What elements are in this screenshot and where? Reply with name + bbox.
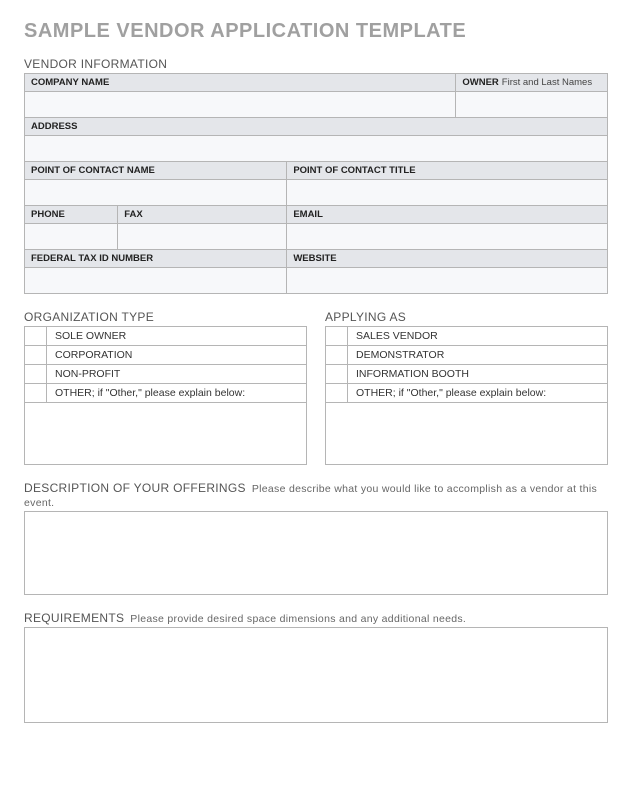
requirements-label: REQUIREMENTSPlease provide desired space…	[24, 611, 608, 625]
poc-name-header: POINT OF CONTACT NAME	[25, 162, 287, 180]
email-header: EMAIL	[287, 206, 608, 224]
applying-as-option-1: DEMONSTRATOR	[348, 346, 608, 365]
applying-as-check-3[interactable]	[326, 384, 348, 403]
owner-field[interactable]	[456, 92, 608, 118]
poc-title-header: POINT OF CONTACT TITLE	[287, 162, 608, 180]
org-type-check-1[interactable]	[25, 346, 47, 365]
applying-as-table: SALES VENDOR DEMONSTRATOR INFORMATION BO…	[325, 326, 608, 465]
org-type-table: SOLE OWNER CORPORATION NON-PROFIT OTHER;…	[24, 326, 307, 465]
description-field[interactable]	[24, 511, 608, 595]
owner-header: OWNERFirst and Last Names	[456, 74, 608, 92]
fax-header: FAX	[118, 206, 287, 224]
email-field[interactable]	[287, 224, 608, 250]
phone-field[interactable]	[25, 224, 118, 250]
applying-as-option-0: SALES VENDOR	[348, 327, 608, 346]
org-type-label: ORGANIZATION TYPE	[24, 310, 307, 324]
applying-as-check-1[interactable]	[326, 346, 348, 365]
org-type-check-0[interactable]	[25, 327, 47, 346]
org-type-option-3: OTHER; if "Other," please explain below:	[47, 384, 307, 403]
applying-as-check-2[interactable]	[326, 365, 348, 384]
org-type-option-1: CORPORATION	[47, 346, 307, 365]
requirements-field[interactable]	[24, 627, 608, 723]
applying-as-explain-field[interactable]	[326, 403, 608, 465]
address-field[interactable]	[25, 136, 608, 162]
org-type-option-2: NON-PROFIT	[47, 365, 307, 384]
phone-header: PHONE	[25, 206, 118, 224]
vendor-info-table: COMPANY NAME OWNERFirst and Last Names A…	[24, 73, 608, 294]
address-header: ADDRESS	[25, 118, 608, 136]
company-name-header: COMPANY NAME	[25, 74, 456, 92]
applying-as-check-0[interactable]	[326, 327, 348, 346]
poc-name-field[interactable]	[25, 180, 287, 206]
company-name-field[interactable]	[25, 92, 456, 118]
poc-title-field[interactable]	[287, 180, 608, 206]
vendor-info-label: VENDOR INFORMATION	[24, 57, 608, 71]
org-type-explain-field[interactable]	[25, 403, 307, 465]
tax-header: FEDERAL TAX ID NUMBER	[25, 250, 287, 268]
tax-field[interactable]	[25, 268, 287, 294]
org-type-option-0: SOLE OWNER	[47, 327, 307, 346]
applying-as-option-3: OTHER; if "Other," please explain below:	[348, 384, 608, 403]
website-header: WEBSITE	[287, 250, 608, 268]
org-type-check-3[interactable]	[25, 384, 47, 403]
applying-as-option-2: INFORMATION BOOTH	[348, 365, 608, 384]
website-field[interactable]	[287, 268, 608, 294]
org-type-check-2[interactable]	[25, 365, 47, 384]
page-title: SAMPLE VENDOR APPLICATION TEMPLATE	[24, 20, 608, 43]
applying-as-label: APPLYING AS	[325, 310, 608, 324]
description-label: DESCRIPTION OF YOUR OFFERINGSPlease desc…	[24, 481, 608, 509]
fax-field[interactable]	[118, 224, 287, 250]
